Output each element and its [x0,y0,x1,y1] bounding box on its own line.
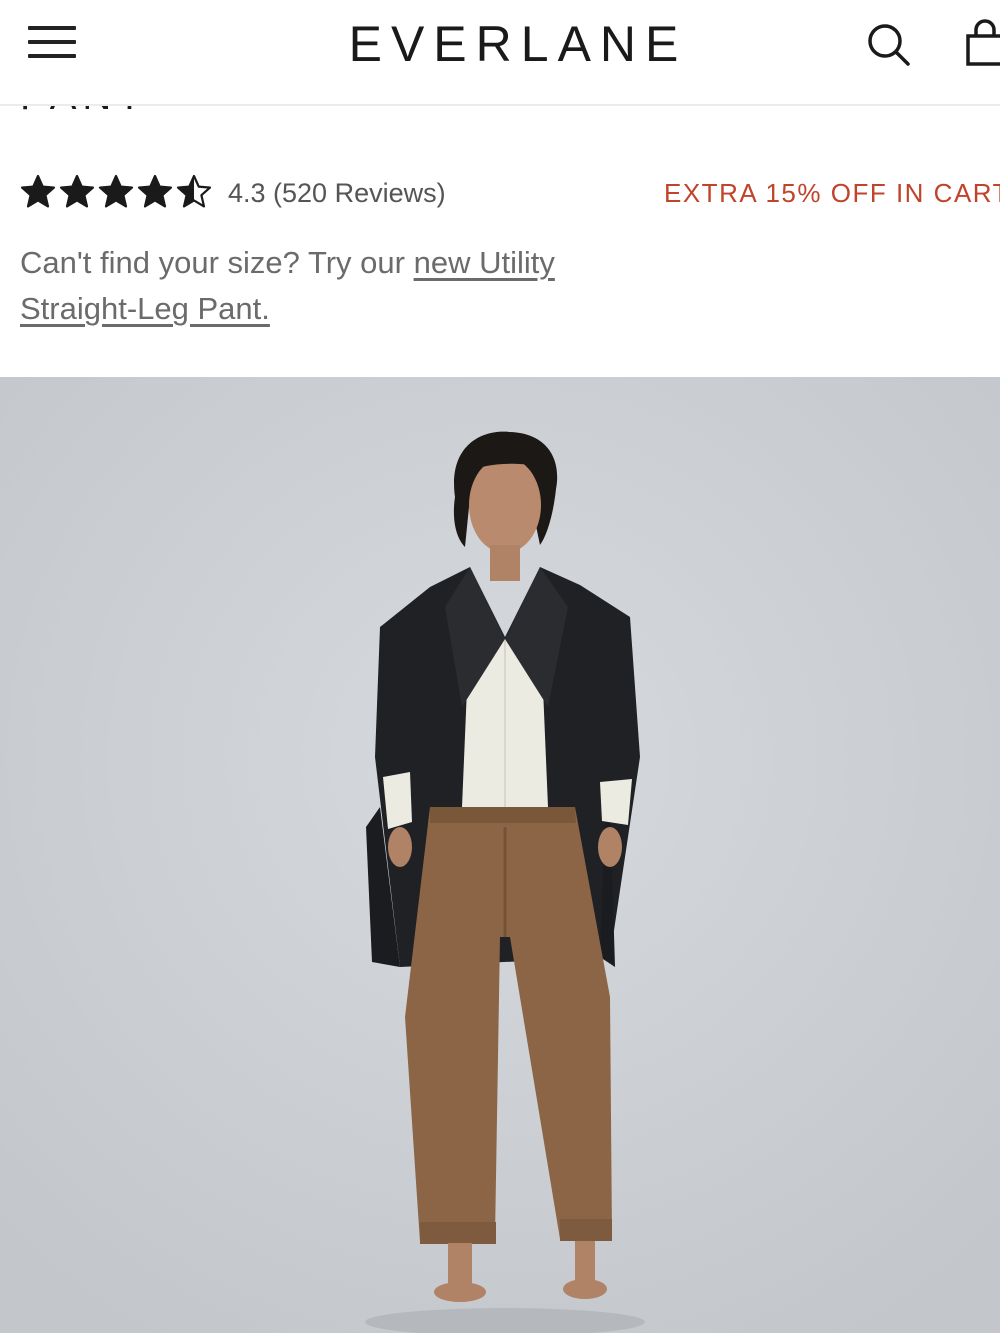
product-title-clipped: PANT [20,104,220,120]
star-icon [98,174,134,208]
brand-logo[interactable]: EVERLANE [0,16,1000,72]
site-header: EVERLANE [0,0,1000,106]
rating-text[interactable]: 4.3 (520 Reviews) [228,178,446,209]
rating-row: 4.3 (520 Reviews) EXTRA 15% OFF IN CART [20,172,1000,212]
model-photo [0,377,1000,1333]
star-rating[interactable] [20,174,215,210]
shopping-bag-icon[interactable] [962,18,1000,70]
star-icon [20,174,56,208]
search-icon[interactable] [864,20,912,68]
promo-text: EXTRA 15% OFF IN CART [664,178,1000,208]
size-note-text: Can't find your size? Try our [20,245,414,280]
star-icon [176,174,212,208]
star-icon [59,174,95,208]
product-image[interactable] [0,377,1000,1333]
star-icon [137,174,173,208]
size-note: Can't find your size? Try our new Utilit… [20,240,660,332]
product-title-text: PANT [20,104,148,119]
